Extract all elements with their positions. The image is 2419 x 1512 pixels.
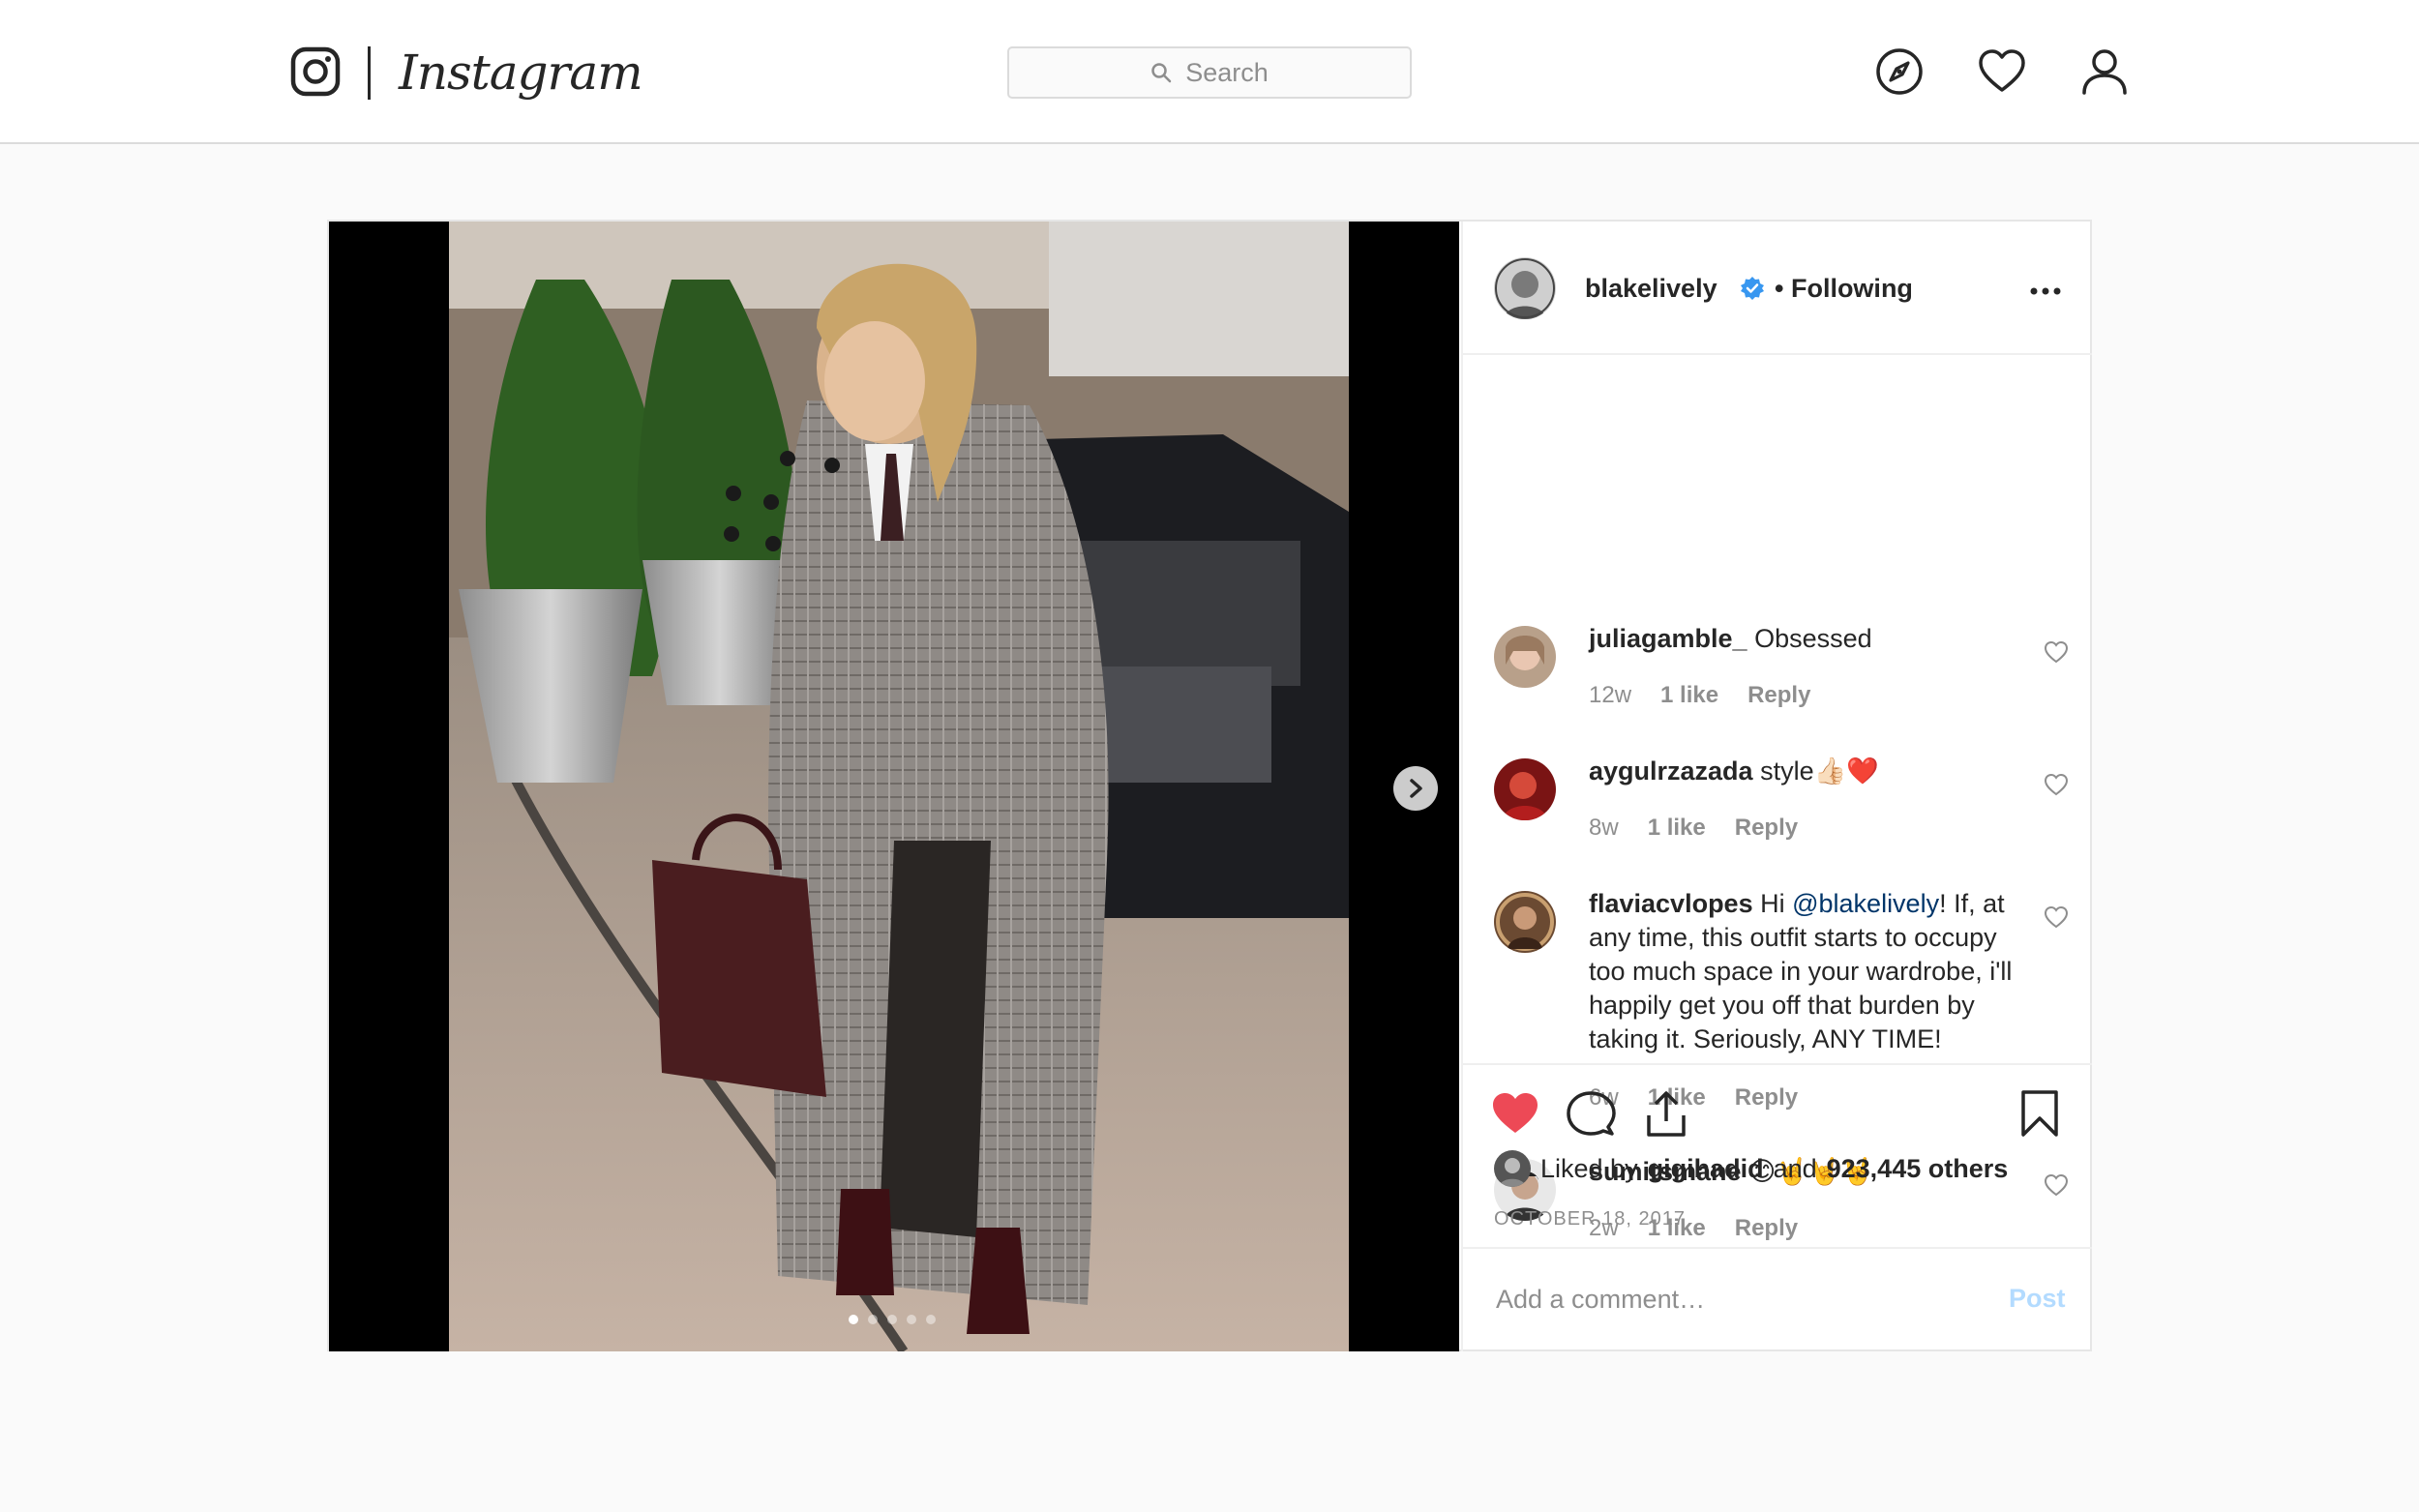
comment-text: aygulrzazada style👍🏻❤️	[1589, 755, 2029, 788]
carousel-dot	[887, 1315, 897, 1324]
reply-button[interactable]: Reply	[1735, 1084, 1798, 1112]
comment-age[interactable]: 12w	[1589, 682, 1631, 709]
comment-body: style👍🏻❤️	[1760, 756, 1879, 786]
reply-button[interactable]: Reply	[1735, 815, 1798, 842]
comment-likes[interactable]: 1 like	[1648, 815, 1706, 842]
search-icon	[1151, 63, 1172, 83]
comment-meta: 8w 1 like Reply	[1589, 815, 1798, 842]
share-icon[interactable]	[1641, 1088, 1691, 1139]
liked-by-others[interactable]: 923,445 others	[1827, 1154, 2009, 1184]
activity-heart-icon[interactable]	[1977, 46, 2027, 97]
following-status[interactable]: • Following	[1775, 272, 1913, 305]
reply-button[interactable]: Reply	[1747, 682, 1810, 709]
logo-divider	[368, 46, 371, 100]
comment-input[interactable]	[1494, 1276, 1962, 1322]
more-options-icon[interactable]	[2028, 285, 2063, 297]
comment-like-icon[interactable]	[2044, 639, 2069, 665]
comment-body-start: Hi	[1760, 889, 1793, 918]
top-navigation: Instagram Search	[0, 0, 2419, 144]
post-header: blakelively • Following	[1463, 222, 2092, 355]
verified-badge-icon	[1741, 277, 1764, 300]
comment-text: juliagamble_ Obsessed	[1589, 622, 2029, 656]
comment-like-icon[interactable]	[2044, 904, 2069, 930]
mention-link[interactable]: @blakelively	[1792, 889, 1939, 918]
reply-button[interactable]: Reply	[1735, 1215, 1798, 1242]
commenter-avatar[interactable]	[1494, 626, 1556, 688]
liker-avatar[interactable]	[1494, 1150, 1531, 1187]
comment-body: Obsessed	[1754, 624, 1872, 653]
commenter-username[interactable]: aygulrzazada	[1589, 756, 1753, 786]
post-actions: Liked by gigihadid and 923,445 others OC…	[1463, 1063, 2092, 1230]
save-bookmark-icon[interactable]	[2015, 1088, 2065, 1139]
post-card: blakelively • Following juliagamble_ Obs…	[327, 220, 2092, 1351]
carousel-indicator	[849, 1315, 936, 1324]
post-date[interactable]: OCTOBER 18, 2017	[1494, 1208, 1686, 1230]
comment-age[interactable]: 8w	[1589, 815, 1619, 842]
post-media[interactable]	[329, 222, 1459, 1351]
chevron-right-icon	[1410, 779, 1422, 798]
comment-like-icon[interactable]	[2044, 772, 2069, 797]
instagram-glyph-icon[interactable]	[290, 46, 341, 97]
likes-summary: Liked by gigihadid and 923,445 others	[1494, 1150, 2008, 1187]
commenter-avatar[interactable]	[1494, 891, 1556, 953]
like-heart-icon[interactable]	[1490, 1088, 1540, 1139]
commenter-username[interactable]: juliagamble_	[1589, 624, 1747, 653]
liked-by-prefix: Liked by	[1540, 1153, 1638, 1183]
post-comment-button[interactable]: Post	[2009, 1284, 2066, 1314]
carousel-dot	[926, 1315, 936, 1324]
comment-bubble-icon[interactable]	[1566, 1088, 1616, 1139]
next-slide-button[interactable]	[1393, 766, 1438, 811]
carousel-dot	[868, 1315, 878, 1324]
comments-list[interactable]: juliagamble_ Obsessed 12w 1 like Reply a…	[1463, 357, 2092, 1286]
carousel-dot	[907, 1315, 916, 1324]
author-username[interactable]: blakelively	[1585, 272, 1717, 305]
carousel-dot	[849, 1315, 858, 1324]
commenter-username[interactable]: flaviacvlopes	[1589, 889, 1753, 918]
search-placeholder[interactable]: Search	[1185, 58, 1269, 88]
search-box[interactable]: Search	[1007, 46, 1412, 99]
comment-text: flaviacvlopes Hi @blakelively! If, at an…	[1589, 887, 2029, 1056]
profile-person-icon[interactable]	[2079, 46, 2130, 97]
liked-by-and: and	[1773, 1153, 1817, 1183]
comment-meta: 12w 1 like Reply	[1589, 682, 1810, 709]
comment-likes[interactable]: 1 like	[1660, 682, 1718, 709]
post-photo	[449, 222, 1349, 1351]
post-sidebar: blakelively • Following juliagamble_ Obs…	[1461, 222, 2092, 1351]
liked-by-user[interactable]: gigihadid	[1648, 1154, 1764, 1184]
explore-compass-icon[interactable]	[1874, 46, 1925, 97]
instagram-wordmark[interactable]: Instagram	[399, 39, 643, 106]
comment-meta: 6w 1 like Reply	[1589, 1084, 1798, 1112]
commenter-avatar[interactable]	[1494, 758, 1556, 820]
author-avatar[interactable]	[1494, 257, 1556, 319]
add-comment-bar: Post	[1463, 1247, 2092, 1351]
comment-like-icon[interactable]	[2044, 1172, 2069, 1198]
